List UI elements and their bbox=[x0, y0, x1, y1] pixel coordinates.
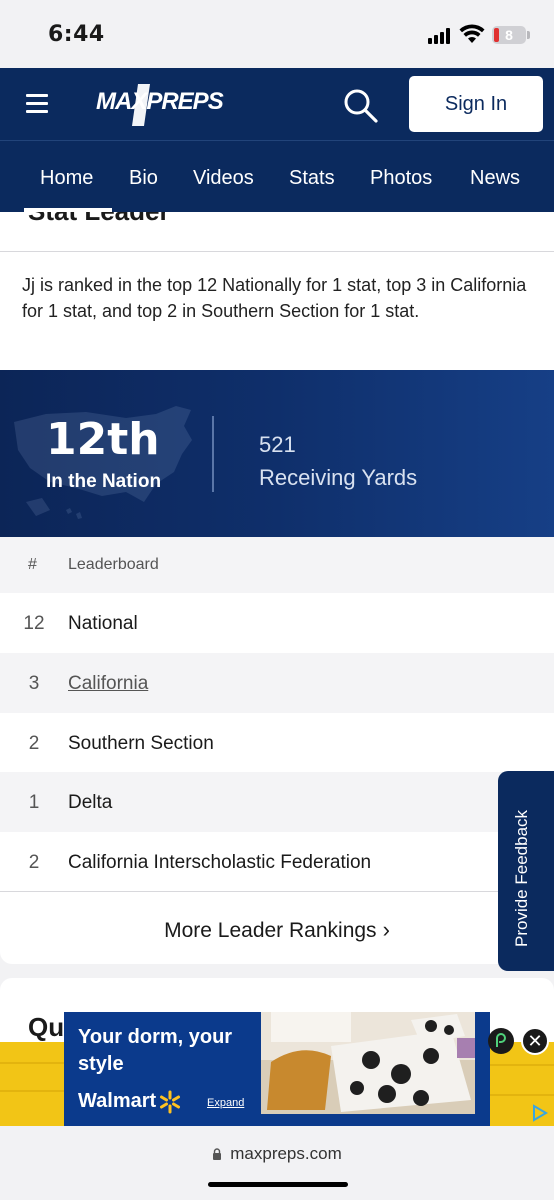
search-icon[interactable] bbox=[341, 86, 379, 124]
stat-label: Receiving Yards bbox=[259, 465, 418, 490]
table-row: 2 Southern Section bbox=[0, 713, 554, 773]
leaderboard-header: # Leaderboard bbox=[0, 537, 554, 593]
column-header-leaderboard: Leaderboard bbox=[68, 556, 159, 573]
divider bbox=[0, 251, 554, 252]
rank-banner: 12th In the Nation 521 Receiving Yards bbox=[0, 370, 554, 537]
tab-photos[interactable]: Photos bbox=[370, 167, 432, 190]
tab-videos[interactable]: Videos bbox=[193, 167, 254, 190]
rank-divider bbox=[212, 416, 214, 492]
divider bbox=[0, 891, 554, 892]
menu-icon[interactable] bbox=[26, 94, 48, 114]
row-rank: 2 bbox=[28, 852, 40, 873]
wifi-icon bbox=[459, 24, 485, 43]
feedback-label: Provide Feedback bbox=[512, 809, 531, 947]
tab-news[interactable]: News bbox=[470, 167, 520, 190]
row-rank: 2 bbox=[28, 733, 40, 754]
stat-leader-card: Stat Leader Jj is ranked in the top 12 N… bbox=[0, 212, 554, 964]
logo-text: MAXPREPS bbox=[96, 88, 224, 115]
next-section-title: Qu bbox=[28, 1012, 65, 1042]
row-leaderboard-name: Southern Section bbox=[68, 733, 214, 754]
row-leaderboard-link[interactable]: California bbox=[68, 673, 148, 695]
lock-icon bbox=[213, 1148, 222, 1160]
status-time: 6:44 bbox=[48, 22, 105, 47]
stat-leader-summary: Jj is ranked in the top 12 Nationally fo… bbox=[22, 275, 527, 321]
ad-headline: Your dorm, your style bbox=[78, 1026, 233, 1075]
row-rank: 12 bbox=[23, 613, 45, 634]
table-row: 2 California Interscholastic Federation bbox=[0, 832, 554, 892]
ad-choices-icon[interactable] bbox=[528, 1102, 550, 1124]
row-leaderboard-name: Delta bbox=[68, 792, 113, 813]
rank-label: In the Nation bbox=[46, 471, 162, 492]
ad-brand: Walmart bbox=[78, 1090, 157, 1112]
table-row: 12 National bbox=[0, 593, 554, 653]
cellular-signal-icon bbox=[428, 28, 454, 44]
stat-value: 521 bbox=[259, 432, 296, 457]
profile-nav-tabs: Home Bio Videos Stats Photos News bbox=[0, 140, 554, 212]
more-link-label: More Leader Rankings bbox=[164, 919, 377, 942]
url-display: maxpreps.com bbox=[0, 1144, 554, 1164]
maxpreps-logo[interactable]: MAXPREPS bbox=[96, 82, 228, 128]
home-indicator[interactable] bbox=[208, 1182, 348, 1187]
browser-url-bar[interactable]: maxpreps.com bbox=[0, 1126, 554, 1200]
column-header-rank: # bbox=[28, 556, 37, 573]
table-row: 1 Delta bbox=[0, 772, 554, 832]
tab-bio[interactable]: Bio bbox=[129, 167, 158, 190]
tab-stats[interactable]: Stats bbox=[289, 167, 335, 190]
row-rank: 1 bbox=[28, 792, 40, 813]
ad-expand-link[interactable]: Expand bbox=[207, 1097, 244, 1109]
row-leaderboard-name: National bbox=[68, 613, 138, 634]
row-leaderboard-name: California Interscholastic Federation bbox=[68, 852, 372, 873]
rank-number: 12th bbox=[46, 414, 160, 465]
row-rank: 3 bbox=[28, 673, 40, 694]
url-text: maxpreps.com bbox=[230, 1144, 342, 1163]
tab-home[interactable]: Home bbox=[40, 167, 93, 190]
battery-icon: 8 bbox=[492, 26, 526, 44]
table-row: 3 California bbox=[0, 653, 554, 713]
provide-feedback-button[interactable]: Provide Feedback bbox=[498, 771, 554, 971]
walmart-ad[interactable]: Your dorm, your style Walmart Expand bbox=[64, 1012, 490, 1126]
card-title: Stat Leader bbox=[28, 212, 170, 227]
ad-info-icon[interactable] bbox=[488, 1028, 514, 1054]
site-header: MAXPREPS Sign In bbox=[0, 68, 554, 140]
ad-product-image bbox=[261, 1012, 475, 1114]
battery-tip bbox=[527, 31, 530, 39]
battery-level: 8 bbox=[505, 27, 513, 43]
chevron-right-icon: › bbox=[382, 917, 390, 942]
walmart-spark-icon bbox=[160, 1090, 180, 1114]
status-bar: 6:44 8 bbox=[0, 0, 554, 68]
more-leader-rankings-link[interactable]: More Leader Rankings › bbox=[0, 917, 554, 943]
ad-close-icon[interactable]: ✕ bbox=[521, 1027, 549, 1055]
sign-in-button[interactable]: Sign In bbox=[409, 76, 543, 132]
